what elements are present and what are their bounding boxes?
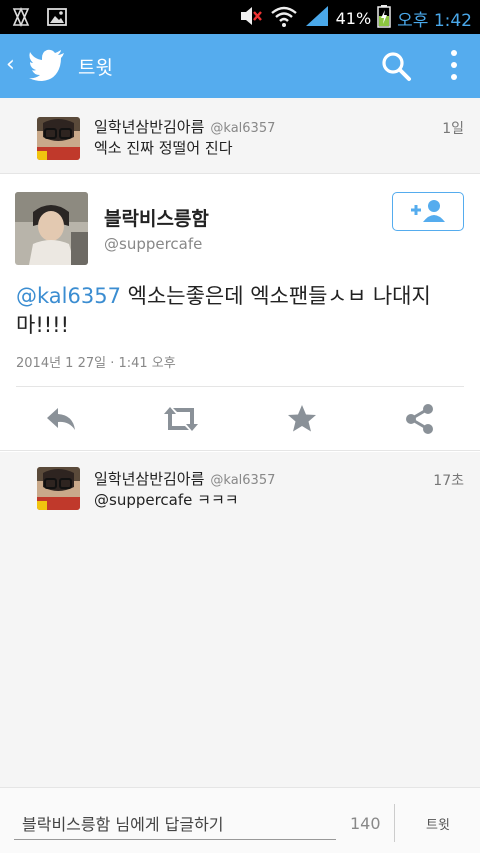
signal-icon: [304, 4, 330, 32]
battery-percent: 41%: [335, 8, 372, 28]
tweet-text: @kal6357 엑소는좋은데 엑소팬들ㅅㅂ 나대지마!!!!: [16, 282, 466, 340]
empty-area: [0, 530, 480, 787]
reply-time: 17초: [433, 473, 464, 489]
avatar[interactable]: [37, 117, 80, 160]
reply-icon[interactable]: [44, 402, 78, 440]
tweet-mention[interactable]: @kal6357: [16, 284, 121, 308]
reply-item[interactable]: 일학년삼반김아름 @kal6357 17초 @suppercafe ㅋㅋㅋ: [0, 452, 480, 530]
status-time: 오후 1:42: [397, 10, 472, 31]
action-bar: ‹ 트윗: [0, 34, 480, 98]
status-bar: 41% 오후 1:42: [0, 0, 480, 34]
share-icon[interactable]: [404, 402, 436, 440]
reply-text: 엑소 진짜 정떨어 진다: [94, 139, 233, 157]
follow-button[interactable]: [392, 192, 464, 231]
search-icon[interactable]: [380, 50, 412, 86]
reply-name[interactable]: 일학년삼반김아름: [94, 118, 204, 136]
reply-time: 1일: [442, 121, 464, 137]
wifi-icon: [270, 4, 298, 32]
author-name[interactable]: 블락비스릉함: [104, 204, 209, 231]
reply-text: @suppercafe ㅋㅋㅋ: [94, 491, 239, 509]
reply-handle[interactable]: @kal6357: [210, 121, 275, 136]
reply-input[interactable]: [14, 810, 336, 840]
author-handle[interactable]: @suppercafe: [104, 235, 202, 253]
divider: [394, 804, 395, 842]
reply-name[interactable]: 일학년삼반김아름: [94, 470, 204, 488]
mute-icon: [238, 4, 264, 32]
battery-charging-icon: [377, 4, 391, 32]
back-icon[interactable]: ‹: [6, 52, 15, 77]
character-count: 140: [350, 814, 381, 833]
overflow-menu-icon[interactable]: [448, 48, 460, 86]
gallery-icon: [46, 6, 68, 32]
tweet-timestamp: 2014년 1 27일 · 1:41 오후: [16, 356, 176, 371]
tweet-actions: [0, 402, 480, 438]
reply-compose-bar: 140 트윗: [0, 787, 480, 853]
reply-handle[interactable]: @kal6357: [210, 473, 275, 488]
divider: [16, 386, 464, 387]
add-user-icon: [406, 200, 450, 226]
page-title: 트윗: [78, 57, 113, 79]
avatar[interactable]: [15, 192, 88, 265]
app-notification-icon: [10, 6, 32, 32]
avatar[interactable]: [37, 467, 80, 510]
main-tweet: 블락비스릉함 @suppercafe @kal6357 엑소는좋은데 엑소팬들ㅅ…: [0, 173, 480, 451]
twitter-bird-icon[interactable]: [28, 49, 66, 85]
reply-item[interactable]: 일학년삼반김아름 @kal6357 1일 엑소 진짜 정떨어 진다: [0, 98, 480, 173]
send-tweet-button[interactable]: 트윗: [410, 814, 466, 833]
favorite-star-icon[interactable]: [286, 402, 318, 440]
retweet-icon[interactable]: [161, 402, 201, 440]
